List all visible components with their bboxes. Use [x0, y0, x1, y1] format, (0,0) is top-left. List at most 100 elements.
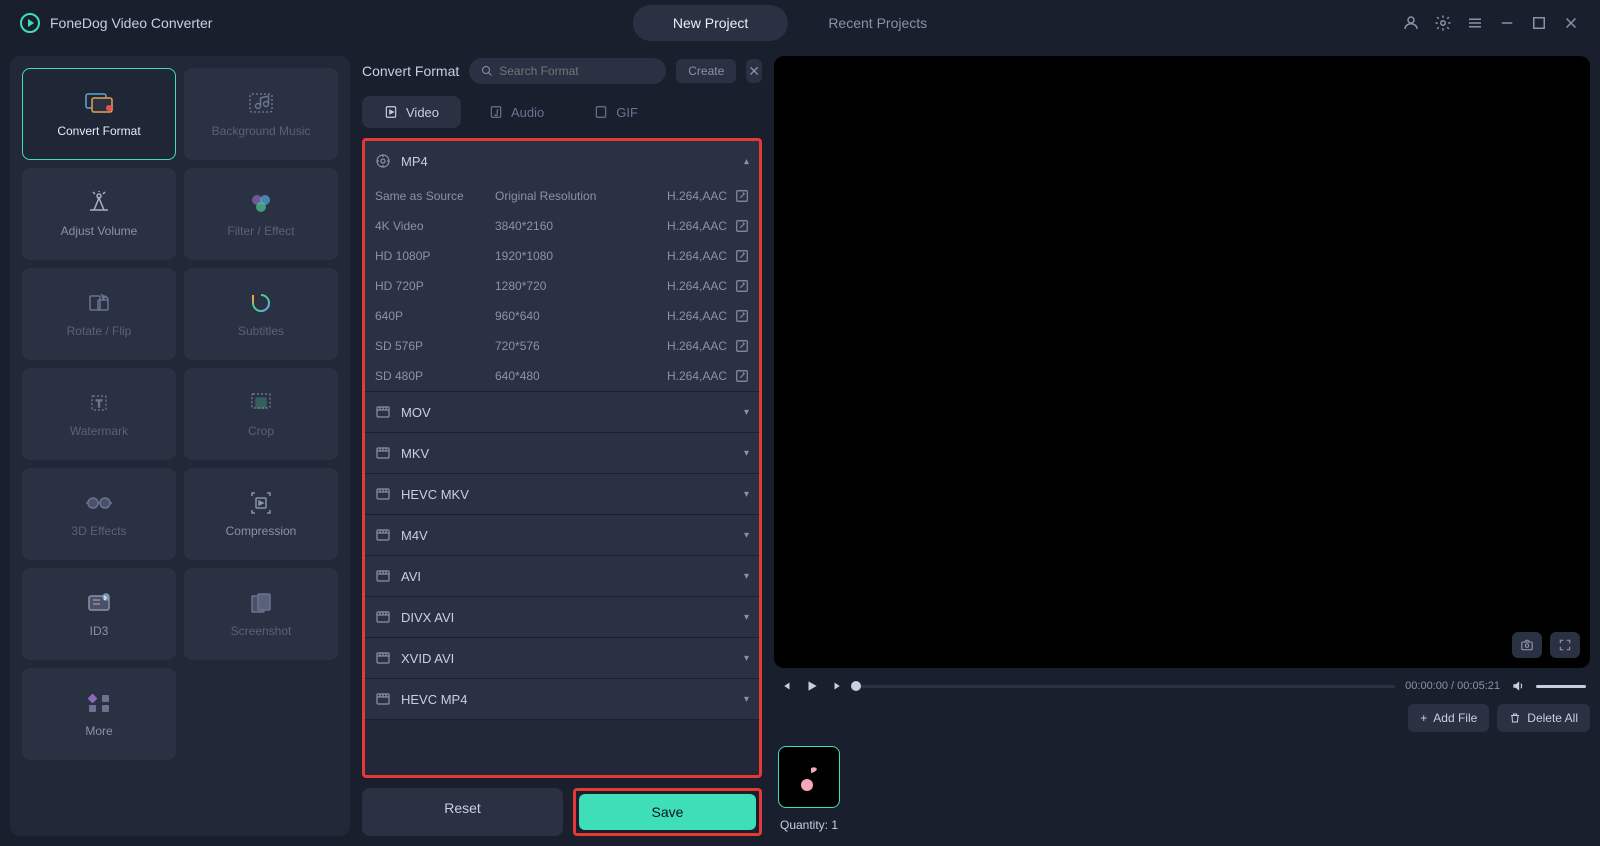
preset-row[interactable]: SD 480P640*480H.264,AAC — [365, 361, 759, 391]
tool-label: Background Music — [212, 124, 311, 138]
progress-handle[interactable] — [851, 681, 861, 691]
volume-slider[interactable] — [1536, 685, 1586, 688]
edit-preset-icon[interactable] — [735, 249, 749, 263]
edit-preset-icon[interactable] — [735, 339, 749, 353]
subtitles-icon — [246, 290, 276, 316]
group-header[interactable]: MOV▾ — [365, 392, 759, 432]
tool-compress[interactable]: Compression — [184, 468, 338, 560]
group-name: DIVX AVI — [401, 610, 734, 625]
format-icon — [375, 404, 391, 420]
group-header[interactable]: AVI▾ — [365, 556, 759, 596]
play-button[interactable] — [804, 678, 820, 694]
convert-icon — [84, 90, 114, 116]
user-icon[interactable] — [1402, 14, 1420, 32]
prev-button[interactable] — [778, 678, 794, 694]
clip-thumbnail[interactable] — [778, 746, 840, 808]
tool-id3[interactable]: ID3 — [22, 568, 176, 660]
edit-preset-icon[interactable] — [735, 189, 749, 203]
tool-rotate[interactable]: Rotate / Flip — [22, 268, 176, 360]
group-header[interactable]: HEVC MKV▾ — [365, 474, 759, 514]
preset-row[interactable]: HD 720P1280*720H.264,AAC — [365, 271, 759, 301]
preset-row[interactable]: HD 1080P1920*1080H.264,AAC — [365, 241, 759, 271]
format-group-mkv: MKV▾ — [365, 433, 759, 474]
add-file-button[interactable]: +Add File — [1408, 704, 1489, 732]
settings-icon[interactable] — [1434, 14, 1452, 32]
reset-button[interactable]: Reset — [362, 788, 563, 836]
group-header[interactable]: DIVX AVI ▾ — [365, 597, 759, 637]
tool-screenshot[interactable]: Screenshot — [184, 568, 338, 660]
save-button[interactable]: Save — [579, 794, 756, 830]
edit-preset-icon[interactable] — [735, 219, 749, 233]
fullscreen-button[interactable] — [1550, 632, 1580, 658]
tool-filter[interactable]: Filter / Effect — [184, 168, 338, 260]
tool-label: Filter / Effect — [227, 224, 294, 238]
tool-3d[interactable]: 3D Effects — [22, 468, 176, 560]
search-box[interactable] — [469, 58, 666, 84]
create-button[interactable]: Create — [676, 59, 736, 83]
tool-label: More — [85, 724, 112, 738]
group-header[interactable]: XVID AVI▾ — [365, 638, 759, 678]
format-icon — [375, 445, 391, 461]
delete-all-button[interactable]: Delete All — [1497, 704, 1590, 732]
preset-name: Same as Source — [375, 189, 495, 203]
format-list[interactable]: MP4▾Same as SourceOriginal ResolutionH.2… — [362, 138, 762, 778]
next-button[interactable] — [830, 678, 846, 694]
preset-resolution: 3840*2160 — [495, 219, 667, 233]
volume-icon — [1511, 679, 1525, 693]
tool-label: Subtitles — [238, 324, 284, 338]
group-header[interactable]: MKV▾ — [365, 433, 759, 473]
preset-row[interactable]: SD 576P720*576H.264,AAC — [365, 331, 759, 361]
app-title: FoneDog Video Converter — [50, 15, 212, 31]
preset-row[interactable]: Same as SourceOriginal ResolutionH.264,A… — [365, 181, 759, 211]
tab-new-project[interactable]: New Project — [633, 5, 788, 41]
edit-preset-icon[interactable] — [735, 279, 749, 293]
preset-row[interactable]: 640P960*640H.264,AAC — [365, 301, 759, 331]
tab-gif[interactable]: GIF — [572, 96, 660, 128]
group-header[interactable]: M4V▾ — [365, 515, 759, 555]
preset-codec: H.264,AAC — [667, 219, 727, 233]
search-input[interactable] — [499, 64, 654, 78]
tab-recent-projects[interactable]: Recent Projects — [788, 5, 967, 41]
close-panel-button[interactable]: ✕ — [746, 59, 762, 83]
chevron-down-icon: ▾ — [744, 612, 749, 623]
gif-icon — [594, 104, 608, 120]
edit-preset-icon[interactable] — [735, 309, 749, 323]
tab-video[interactable]: Video — [362, 96, 461, 128]
preset-name: 4K Video — [375, 219, 495, 233]
music-icon — [246, 90, 276, 116]
tool-music[interactable]: Background Music — [184, 68, 338, 160]
volume-button[interactable] — [1510, 678, 1526, 694]
tool-volume[interactable]: Adjust Volume — [22, 168, 176, 260]
tool-label: 3D Effects — [71, 524, 126, 538]
search-icon — [481, 65, 493, 77]
maximize-icon[interactable] — [1530, 14, 1548, 32]
tab-audio[interactable]: Audio — [467, 96, 566, 128]
tool-label: Rotate / Flip — [67, 324, 132, 338]
minimize-icon[interactable] — [1498, 14, 1516, 32]
preset-codec: H.264,AAC — [667, 249, 727, 263]
tool-more[interactable]: More — [22, 668, 176, 760]
format-icon — [375, 486, 391, 502]
preset-row[interactable]: 4K Video3840*2160H.264,AAC — [365, 211, 759, 241]
tool-watermark[interactable]: TWatermark — [22, 368, 176, 460]
preset-name: SD 480P — [375, 369, 495, 383]
progress-slider[interactable] — [856, 685, 1395, 688]
snapshot-button[interactable] — [1512, 632, 1542, 658]
chevron-down-icon: ▾ — [744, 530, 749, 541]
preset-codec: H.264,AAC — [667, 279, 727, 293]
chevron-down-icon: ▾ — [744, 448, 749, 459]
main-container: Convert Format Background Music Adjust Vol… — [0, 46, 1600, 846]
music-note-icon — [795, 761, 823, 793]
tool-label: ID3 — [90, 624, 109, 638]
group-header[interactable]: HEVC MP4▾ — [365, 679, 759, 719]
close-window-icon[interactable] — [1562, 14, 1580, 32]
group-header[interactable]: MP4▾ — [365, 141, 759, 181]
id3-icon — [84, 590, 114, 616]
edit-preset-icon[interactable] — [735, 369, 749, 383]
tool-convert[interactable]: Convert Format — [22, 68, 176, 160]
preview-area — [774, 56, 1590, 668]
tool-subtitles[interactable]: Subtitles — [184, 268, 338, 360]
tool-crop[interactable]: Crop — [184, 368, 338, 460]
menu-icon[interactable] — [1466, 14, 1484, 32]
group-name: XVID AVI — [401, 651, 734, 666]
